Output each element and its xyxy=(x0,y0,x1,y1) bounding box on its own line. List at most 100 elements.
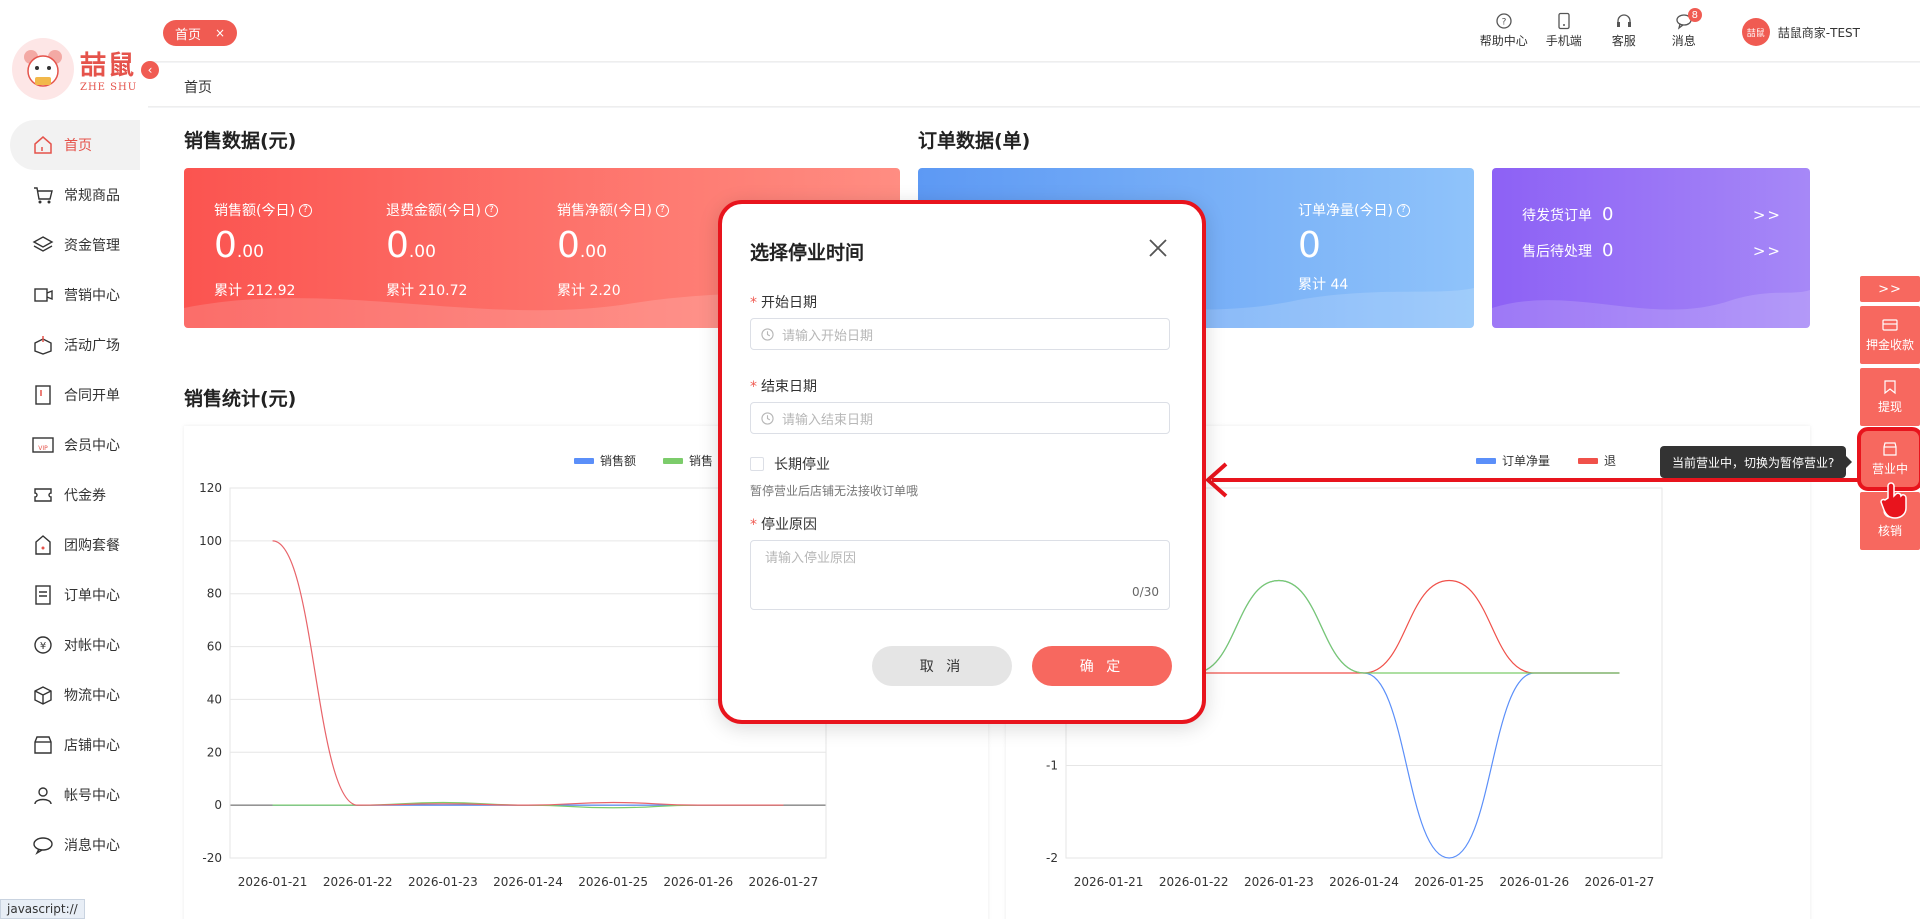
logo-text-en: ZHE SHU xyxy=(80,82,138,93)
end-date-field[interactable]: 请输入结束日期 xyxy=(750,402,1170,434)
y-tick-label: -20 xyxy=(202,851,222,865)
sidebar-item-marketing[interactable]: 营销中心 xyxy=(10,270,140,320)
start-date-field[interactable]: 请输入开始日期 xyxy=(750,318,1170,350)
sidebar-item-activity[interactable]: 活动广场 xyxy=(10,320,140,370)
help-center-button[interactable]: ? 帮助中心 xyxy=(1474,12,1534,49)
group-buy-icon xyxy=(30,534,56,556)
metric-refund-today: 退费金额(今日)? 0.00 累计 210.72 xyxy=(386,200,498,300)
metric-value-dec: .00 xyxy=(408,242,436,262)
question-icon[interactable]: ? xyxy=(298,203,312,217)
logo[interactable]: 喆鼠 ZHE SHU xyxy=(12,38,137,100)
x-tick-label: 2026-01-25 xyxy=(1414,875,1484,889)
legend-label[interactable]: 销售 xyxy=(689,453,713,468)
x-tick-label: 2026-01-21 xyxy=(1074,875,1144,889)
sidebar-item-home[interactable]: 首页 xyxy=(10,120,140,170)
deposit-button[interactable]: 押金收款 xyxy=(1860,306,1920,364)
user-menu[interactable]: 喆鼠 喆鼠商家-TEST xyxy=(1741,18,1860,46)
sidebar-item-label: 合同开单 xyxy=(64,388,120,404)
sidebar-item-messages[interactable]: 消息中心 xyxy=(10,820,140,870)
sidebar-item-orders[interactable]: 订单中心 xyxy=(10,570,140,620)
fp-label: 押金收款 xyxy=(1865,338,1914,352)
headset-icon xyxy=(1616,14,1631,27)
metric-accumulated: 累计 44 xyxy=(1298,277,1349,293)
long-term-label: 长期停业 xyxy=(774,457,830,473)
store-icon xyxy=(30,734,56,756)
svg-text:?: ? xyxy=(1501,18,1506,28)
start-date-placeholder: 请输入开始日期 xyxy=(782,328,874,344)
help-icon: ? xyxy=(1496,13,1512,29)
legend-label[interactable]: 销售额 xyxy=(600,453,636,468)
sidebar-item-label: 对帐中心 xyxy=(64,638,120,654)
y-tick-label: 100 xyxy=(199,534,222,548)
stats-section-title: 销售统计(元) xyxy=(184,388,297,410)
legend-swatch[interactable] xyxy=(574,458,594,464)
pending-aftersale-row[interactable]: 售后待处理 0 >> xyxy=(1522,240,1782,261)
status-bar-url: javascript:// xyxy=(0,899,85,919)
sales-section-title: 销售数据(元) xyxy=(184,130,297,152)
close-icon[interactable]: × xyxy=(215,26,225,40)
sidebar-item-funds[interactable]: 资金管理 xyxy=(10,220,140,270)
reason-placeholder: 请输入停业原因 xyxy=(765,551,857,566)
withdraw-button[interactable]: 提现 xyxy=(1860,368,1920,426)
mobile-button[interactable]: 手机端 xyxy=(1534,12,1594,49)
question-icon[interactable]: ? xyxy=(1396,203,1410,217)
metric-sales-today: 销售额(今日)? 0.00 累计 212.92 xyxy=(214,200,312,300)
metric-accumulated: 累计 2.20 xyxy=(557,283,621,299)
sidebar-item-label: 营销中心 xyxy=(64,288,120,304)
x-tick-label: 2026-01-21 xyxy=(238,875,308,889)
logo-mascot-icon xyxy=(12,38,74,100)
question-icon[interactable]: ? xyxy=(484,203,498,217)
suspend-hint: 暂停营业后店铺无法接收订单哦 xyxy=(750,484,919,498)
pending-shipment-row[interactable]: 待发货订单 0 >> xyxy=(1522,204,1782,225)
sidebar-item-store[interactable]: 店铺中心 xyxy=(10,720,140,770)
wave-decoration xyxy=(1492,290,1810,328)
home-icon xyxy=(30,134,56,156)
x-tick-label: 2026-01-26 xyxy=(663,875,733,889)
question-icon[interactable]: ? xyxy=(655,203,669,217)
sidebar-item-products[interactable]: 常规商品 xyxy=(10,170,140,220)
metric-value-int: 0 xyxy=(214,225,237,266)
long-term-checkbox[interactable] xyxy=(750,457,764,471)
y-tick-label: 80 xyxy=(207,587,222,601)
metric-label: 销售额(今日) xyxy=(214,203,295,219)
sidebar-item-label: 订单中心 xyxy=(64,588,120,604)
metric-value-dec: .00 xyxy=(579,242,607,262)
card-icon xyxy=(1882,319,1898,331)
cart-icon xyxy=(30,184,56,206)
sidebar-item-account[interactable]: 帐号中心 xyxy=(10,770,140,820)
close-icon[interactable] xyxy=(1146,236,1170,260)
chevron-left-icon[interactable]: ‹ xyxy=(141,61,159,79)
metric-value-dec: .00 xyxy=(236,242,264,262)
customer-service-button[interactable]: 客服 xyxy=(1594,12,1654,49)
metric-label: 退费金额(今日) xyxy=(386,203,481,219)
sidebar-item-contract[interactable]: 合同开单 xyxy=(10,370,140,420)
tab-home[interactable]: 首页 × xyxy=(163,20,238,46)
pending-arrow[interactable]: >> xyxy=(1753,206,1782,224)
long-term-checkbox-row[interactable]: 长期停业 xyxy=(750,454,830,474)
series-line xyxy=(272,540,784,806)
pending-count: 0 xyxy=(1602,204,1614,225)
cancel-button[interactable]: 取 消 xyxy=(872,646,1012,686)
sidebar-item-coupon[interactable]: 代金券 xyxy=(10,470,140,520)
x-tick-label: 2026-01-26 xyxy=(1499,875,1569,889)
confirm-button[interactable]: 确 定 xyxy=(1032,646,1172,686)
legend-swatch[interactable] xyxy=(663,458,683,464)
sidebar-item-reconcile[interactable]: ¥ 对帐中心 xyxy=(10,620,140,670)
sidebar-item-vip[interactable]: VIP 会员中心 xyxy=(10,420,140,470)
expand-panel-button[interactable]: >> xyxy=(1860,276,1920,302)
end-date-label: * 结束日期 xyxy=(750,379,817,395)
sidebar-item-logistics[interactable]: 物流中心 xyxy=(10,670,140,720)
svg-text:VIP: VIP xyxy=(38,445,48,452)
metric-accumulated: 累计 212.92 xyxy=(214,283,296,299)
reason-textarea[interactable]: 请输入停业原因 0/30 xyxy=(750,540,1170,610)
tool-label: 消息 xyxy=(1671,34,1696,48)
messages-button[interactable]: 8 消息 xyxy=(1654,8,1714,49)
pointer-hand-icon xyxy=(1880,482,1907,519)
pending-arrow[interactable]: >> xyxy=(1753,242,1782,260)
sidebar-item-group-buy[interactable]: 团购套餐 xyxy=(10,520,140,570)
sidebar-item-label: 活动广场 xyxy=(64,338,120,354)
breadcrumb[interactable]: 首页 xyxy=(184,77,212,97)
user-name: 喆鼠商家-TEST xyxy=(1777,25,1860,40)
end-date-label-text: 结束日期 xyxy=(761,379,817,395)
metric-accumulated: 累计 210.72 xyxy=(386,283,468,299)
